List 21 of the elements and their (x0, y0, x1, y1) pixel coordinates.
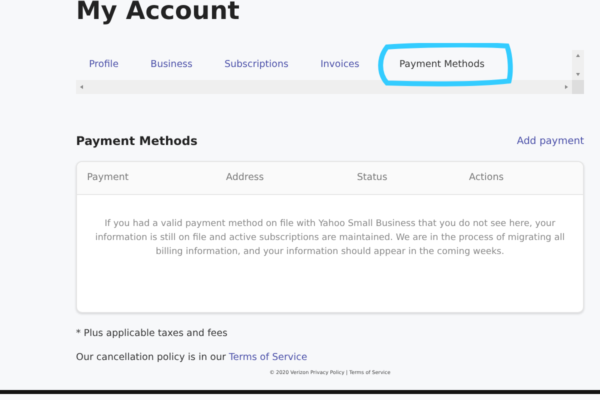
scroll-up-icon[interactable] (575, 53, 581, 59)
scroll-down-icon[interactable] (575, 71, 581, 77)
add-payment-link[interactable]: Add payment (516, 134, 584, 149)
section-title: Payment Methods (76, 134, 198, 149)
cancellation-note: Our cancellation policy is in our Terms of Service (76, 351, 308, 366)
tab[interactable]: Payment Methods (399, 58, 485, 72)
scroll-right-icon[interactable] (563, 84, 569, 90)
terms-link[interactable]: Terms of Service (228, 352, 308, 364)
tab[interactable]: Profile (89, 58, 119, 72)
column-header: Actions (469, 170, 505, 185)
column-header: Address (226, 170, 265, 185)
column-header: Status (357, 170, 388, 185)
tab[interactable]: Invoices (320, 58, 360, 72)
page-title: My Account (76, 0, 241, 27)
taxes-note: * Plus applicable taxes and fees (76, 327, 228, 341)
empty-message: If you had a valid payment method on file with Yahoo Small Business that you do not see here, your information is still on file and active subscriptions are maintained. We are in the process of migrating all billing information, and your information should appear in the coming weeks. (94, 218, 566, 259)
scroll-left-icon[interactable] (79, 84, 85, 90)
scrollbar-corner (572, 80, 584, 94)
tab[interactable]: Business (150, 58, 192, 72)
tab[interactable]: Subscriptions (224, 58, 288, 72)
column-header: Payment (87, 170, 130, 185)
